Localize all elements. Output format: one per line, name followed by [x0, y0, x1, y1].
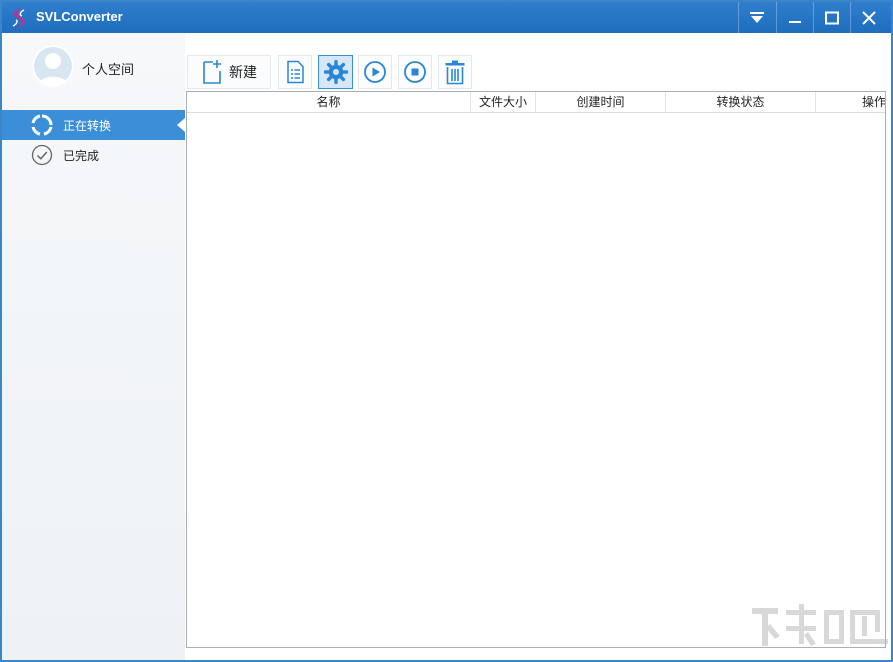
app-logo-icon [12, 8, 25, 28]
new-file-icon [203, 60, 221, 84]
dropdown-menu-icon [749, 11, 764, 23]
column-header-actions[interactable]: 操作 [816, 92, 885, 112]
new-button-label: 新建 [229, 65, 257, 81]
sidebar-item-label: 已完成 [63, 148, 100, 163]
dropdown-menu-button[interactable] [738, 2, 774, 33]
close-icon [861, 10, 876, 25]
settings-button[interactable] [318, 55, 353, 89]
new-task-button[interactable]: 新建 [187, 55, 271, 89]
sidebar-item-label: 正在转换 [63, 118, 112, 133]
check-circle-icon [31, 144, 53, 166]
maximize-icon [824, 11, 839, 24]
task-table: 名称 文件大小 创建时间 转换状态 操作 [186, 91, 886, 648]
user-avatar-icon [38, 53, 68, 85]
column-header-created[interactable]: 创建时间 [536, 92, 666, 112]
sidebar: 个人空间 正在转换 已完成 [2, 33, 185, 660]
sidebar-item-converting[interactable]: 正在转换 [2, 110, 185, 140]
avatar[interactable] [32, 45, 74, 87]
gear-icon [323, 60, 348, 84]
stop-button[interactable] [398, 55, 432, 89]
play-icon [364, 61, 386, 83]
user-space-label[interactable]: 个人空间 [82, 59, 134, 78]
start-button[interactable] [358, 55, 392, 89]
task-list-button[interactable] [278, 55, 312, 89]
active-item-pointer [177, 118, 185, 132]
table-header: 名称 文件大小 创建时间 转换状态 操作 [187, 92, 885, 113]
column-header-status[interactable]: 转换状态 [666, 92, 816, 112]
sidebar-item-completed[interactable]: 已完成 [2, 140, 185, 170]
minimize-icon [788, 20, 801, 23]
minimize-button[interactable] [776, 2, 812, 33]
column-header-size[interactable]: 文件大小 [471, 92, 536, 112]
title-bar[interactable]: SVLConverter [2, 2, 891, 33]
column-header-name[interactable]: 名称 [187, 92, 471, 112]
app-window: SVLConverter 个人空间 正在转换 已完成 新建 名称 文件大小 创建… [0, 0, 893, 662]
converting-icon [31, 114, 53, 136]
stop-icon [404, 61, 426, 83]
list-icon [287, 60, 304, 84]
delete-button[interactable] [438, 55, 472, 89]
close-button[interactable] [850, 2, 886, 33]
trash-icon [445, 60, 465, 85]
maximize-button[interactable] [813, 2, 849, 33]
app-title: SVLConverter [36, 9, 123, 24]
